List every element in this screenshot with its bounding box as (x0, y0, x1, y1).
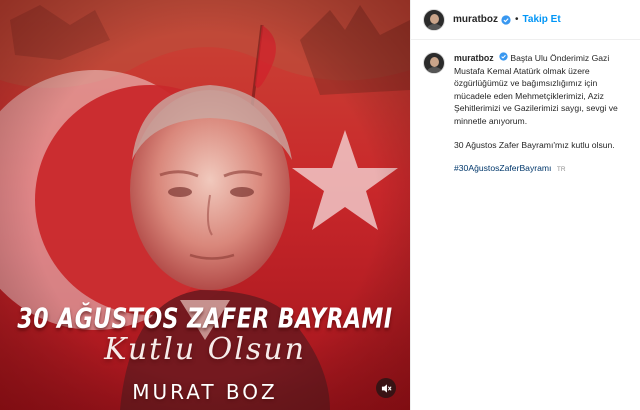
reel-icon[interactable] (376, 378, 396, 398)
avatar[interactable] (423, 8, 445, 31)
caption-body: muratboz Başta Ulu Önderimiz Gazi Mustaf… (454, 52, 628, 177)
verified-badge-icon (501, 14, 511, 25)
caption-username[interactable]: muratboz (454, 53, 494, 63)
caption-text: Başta Ulu Önderimiz Gazi Mustafa Kemal A… (454, 53, 618, 126)
post-header: muratboz • Takip Et (411, 0, 640, 40)
caption-avatar[interactable] (423, 52, 445, 74)
post-caption: muratboz Başta Ulu Önderimiz Gazi Mustaf… (411, 40, 640, 177)
header-username[interactable]: muratboz (453, 14, 498, 25)
follow-button[interactable]: Takip Et (523, 14, 561, 25)
post-side-panel: muratboz • Takip Et muratboz Başta Ulu Ö… (410, 0, 640, 410)
media-signature: MURAT BOZ (132, 380, 278, 404)
translate-label[interactable]: TR (557, 166, 566, 173)
media-script-text: Kutlu Olsun (104, 332, 306, 367)
separator-dot: • (515, 14, 519, 25)
hashtag-link[interactable]: #30AğustosZaferBayramı (454, 163, 551, 173)
caption-hashtag-line: #30AğustosZaferBayramı TR (454, 162, 628, 177)
caption-second-paragraph: 30 Ağustos Zafer Bayramı'mız kutlu olsun… (454, 139, 615, 150)
verified-badge-icon (499, 52, 508, 61)
post-media[interactable]: 30 AĞUSTOS ZAFER BAYRAMI Kutlu Olsun MUR… (0, 0, 410, 410)
mute-speaker-icon (381, 383, 392, 393)
media-title: 30 AĞUSTOS ZAFER BAYRAMI (17, 303, 393, 336)
caption-first-paragraph: muratboz Başta Ulu Önderimiz Gazi Mustaf… (454, 52, 628, 128)
instagram-post: 30 AĞUSTOS ZAFER BAYRAMI Kutlu Olsun MUR… (0, 0, 640, 410)
